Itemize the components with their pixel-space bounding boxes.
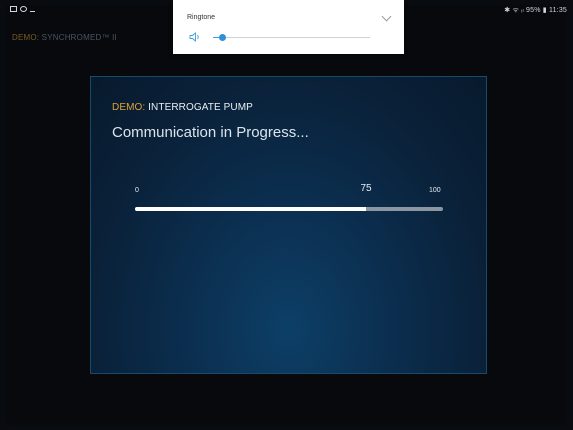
app-header-demo-label: DEMO: xyxy=(12,33,40,42)
progress-min-label: 0 xyxy=(135,187,139,194)
gallery-icon xyxy=(10,6,17,12)
device-screen: ✱ ᯤ ᵢₗ 95% ▮ 11:35 DEMO: SYNCHROMED™ II … xyxy=(0,0,573,430)
progress-bar xyxy=(135,207,443,211)
download-icon xyxy=(30,6,35,12)
status-bar-right: ✱ ᯤ ᵢₗ 95% ▮ 11:35 xyxy=(504,7,567,14)
progress-max-label: 100 xyxy=(429,187,441,194)
ringtone-volume-slider[interactable] xyxy=(213,34,370,41)
dialog-demo-label: DEMO: xyxy=(112,102,146,113)
dialog-title: DEMO: INTERROGATE PUMP xyxy=(112,102,253,113)
app-header-title: SYNCHROMED™ II xyxy=(41,33,117,42)
app-header: DEMO: SYNCHROMED™ II xyxy=(12,33,117,42)
speaker-icon[interactable] xyxy=(189,32,201,42)
ringtone-volume-thumb[interactable] xyxy=(218,34,226,41)
chevron-down-icon[interactable] xyxy=(381,11,392,22)
ringtone-label: Ringtone xyxy=(187,14,216,21)
status-bar-left xyxy=(10,6,35,12)
dialog-message: Communication in Progress... xyxy=(112,124,309,141)
settings-icon xyxy=(20,6,27,12)
progress-bar-fill xyxy=(135,207,366,211)
ringtone-volume-panel: Ringtone xyxy=(173,0,404,54)
dialog-title-text: INTERROGATE PUMP xyxy=(148,102,253,113)
progress-value-label: 75 xyxy=(360,183,372,194)
interrogate-pump-dialog: DEMO: INTERROGATE PUMP Communication in … xyxy=(90,76,487,374)
